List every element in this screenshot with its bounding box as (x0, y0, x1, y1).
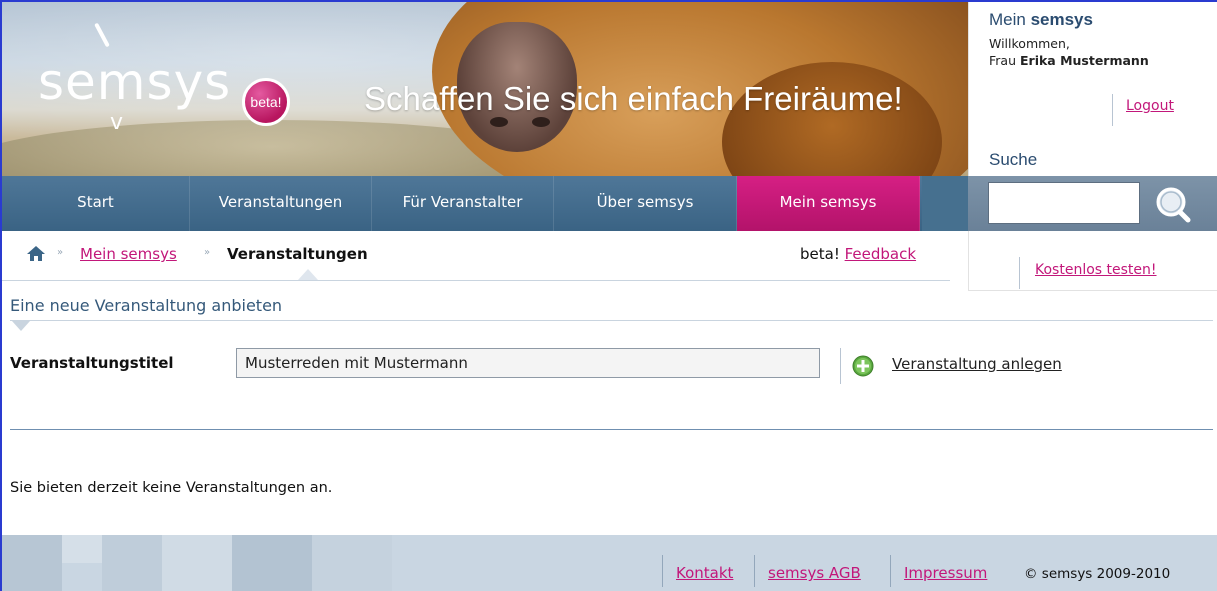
account-title-brand: semsys (1030, 10, 1093, 29)
footer-link-impressum[interactable]: Impressum (904, 564, 987, 582)
empty-state-message: Sie bieten derzeit keine Veranstaltungen… (10, 480, 333, 496)
beta-badge: beta! (242, 78, 290, 126)
beta-label: beta! (800, 245, 845, 263)
feedback-link[interactable]: Feedback (845, 245, 916, 263)
trial-divider (1019, 257, 1020, 289)
footer-separator (662, 555, 663, 587)
beta-feedback: beta! Feedback (800, 245, 916, 263)
search-title: Suche (989, 150, 1038, 169)
account-panel: Mein semsys Willkommen, Frau Erika Muste… (968, 2, 1217, 176)
footer: Kontakt semsys AGB Impressum © semsys 20… (2, 535, 1217, 591)
search-bar (968, 176, 1217, 231)
user-name: Erika Mustermann (1019, 53, 1149, 68)
home-icon[interactable] (26, 244, 46, 264)
welcome-text: Willkommen, Frau Erika Mustermann (989, 35, 1149, 69)
footer-pattern (102, 535, 162, 591)
section-pointer (12, 321, 30, 331)
breadcrumb-mein-semsys[interactable]: Mein semsys (80, 245, 177, 263)
logout-divider (1112, 94, 1113, 126)
search-button[interactable] (1152, 184, 1194, 224)
main-nav: Start Veranstaltungen Für Veranstalter Ü… (2, 176, 968, 231)
footer-separator (890, 555, 891, 587)
logout-link[interactable]: Logout (1126, 98, 1174, 114)
slogan: Schaffen Sie sich einfach Freiräume! (364, 80, 903, 117)
breadcrumb-pointer (298, 269, 318, 280)
nav-ueber-semsys[interactable]: Über semsys (554, 176, 737, 231)
footer-pattern (232, 535, 312, 591)
nav-fuer-veranstalter[interactable]: Für Veranstalter (372, 176, 554, 231)
account-title-prefix: Mein (989, 10, 1031, 29)
logo-v-mark: v (110, 110, 124, 135)
breadcrumb-separator: » (204, 247, 211, 258)
user-line: Frau Erika Mustermann (989, 52, 1149, 69)
footer-link-agb[interactable]: semsys AGB (768, 564, 861, 582)
footer-pattern (312, 535, 392, 591)
logo[interactable]: semsys (38, 57, 231, 107)
add-icon[interactable] (852, 355, 874, 377)
breadcrumb-current: Veranstaltungen (227, 245, 368, 263)
magnifier-icon (1156, 187, 1191, 223)
nav-start[interactable]: Start (2, 176, 190, 231)
section-divider (10, 320, 1213, 321)
free-trial-link[interactable]: Kostenlos testen! (1035, 262, 1157, 278)
footer-pattern (2, 535, 62, 591)
footer-link-kontakt[interactable]: Kontakt (676, 564, 733, 582)
event-title-label: Veranstaltungstitel (10, 354, 174, 372)
event-title-input[interactable] (236, 348, 820, 378)
account-title: Mein semsys (989, 10, 1093, 30)
salutation: Frau (989, 53, 1020, 68)
breadcrumb-separator: » (57, 247, 64, 258)
trial-box: Kostenlos testen! (968, 231, 1217, 291)
form-divider (840, 348, 841, 384)
header-banner: semsys v beta! Schaffen Sie sich einfach… (2, 2, 968, 176)
footer-separator (754, 555, 755, 587)
nav-mein-semsys[interactable]: Mein semsys (737, 176, 920, 231)
copyright: © semsys 2009-2010 (1024, 566, 1171, 582)
welcome-line: Willkommen, (989, 36, 1070, 51)
banner-nostril (532, 117, 550, 127)
nav-veranstaltungen[interactable]: Veranstaltungen (190, 176, 372, 231)
search-input[interactable] (988, 182, 1140, 224)
breadcrumb: » Mein semsys » Veranstaltungen beta! Fe… (2, 231, 950, 281)
content-divider (10, 429, 1213, 430)
footer-pattern (162, 535, 232, 591)
create-event-link[interactable]: Veranstaltung anlegen (892, 355, 1062, 373)
banner-nostril (490, 117, 508, 127)
section-title: Eine neue Veranstaltung anbieten (10, 296, 283, 315)
footer-pattern (62, 535, 102, 563)
nav-filler (922, 176, 968, 231)
